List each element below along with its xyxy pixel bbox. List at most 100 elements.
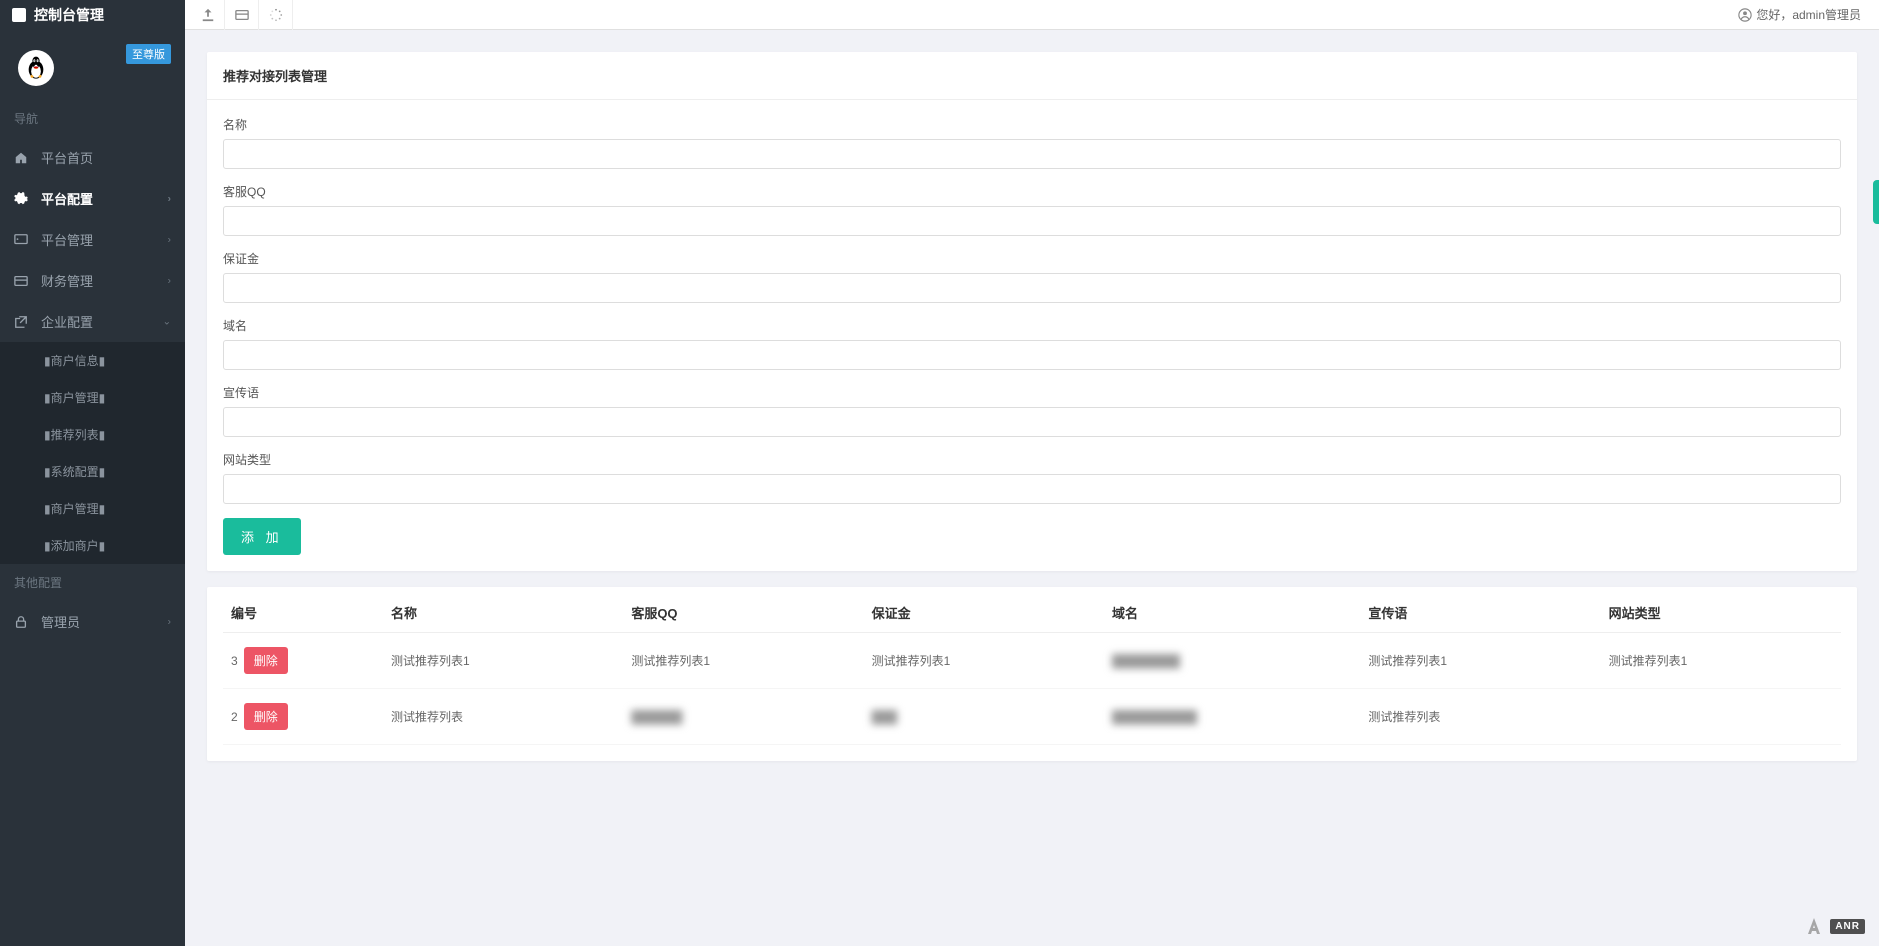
cell: 测试推荐列表1 [1360, 633, 1600, 689]
nav-label: 平台管理 [41, 230, 93, 249]
sub-merchant-manage-2[interactable]: ▮商户管理▮ [0, 490, 185, 527]
data-table: 编号名称客服QQ保证金域名宣传语网站类型 3 删除 测试推荐列表1 测试推荐列表1 测试… [223, 593, 1841, 745]
watermark-badge: ANR [1830, 919, 1865, 934]
field-input-4[interactable] [223, 407, 1841, 437]
cell-value: 测试推荐列表 [1368, 710, 1440, 724]
version-badge: 至尊版 [126, 44, 171, 64]
chevron-right-icon: › [168, 234, 171, 245]
cell: 测试推荐列表1 [1601, 633, 1841, 689]
upload-icon [201, 8, 215, 22]
main-content: 推荐对接列表管理 名称客服QQ保证金域名宣传语网站类型 添 加 编号名称客服QQ… [185, 0, 1879, 946]
nav-section-other: 其他配置 [0, 564, 185, 601]
cell-value: ████████ [1112, 654, 1180, 668]
cell-value: 测试推荐列表1 [1368, 654, 1447, 668]
refresh-button[interactable] [259, 0, 293, 30]
sub-merchant-info[interactable]: ▮商户信息▮ [0, 342, 185, 379]
app-title: 控制台管理 [34, 5, 104, 25]
field-input-1[interactable] [223, 206, 1841, 236]
nav-platform-config[interactable]: 平台配置 › [0, 178, 185, 219]
field-input-2[interactable] [223, 273, 1841, 303]
col-header: 保证金 [864, 593, 1104, 633]
gear-icon [14, 192, 29, 206]
sub-add-merchant[interactable]: ▮添加商户▮ [0, 527, 185, 564]
field-label: 域名 [223, 317, 1841, 334]
panel-icon [14, 233, 29, 247]
col-header: 名称 [383, 593, 623, 633]
field-label: 网站类型 [223, 451, 1841, 468]
nav-finance[interactable]: 财务管理 › [0, 260, 185, 301]
sub-merchant-manage[interactable]: ▮商户管理▮ [0, 379, 185, 416]
upload-button[interactable] [191, 0, 225, 30]
card-icon [14, 274, 29, 288]
delete-button[interactable]: 删除 [244, 703, 288, 730]
nav-home[interactable]: 平台首页 [0, 137, 185, 178]
form-panel: 推荐对接列表管理 名称客服QQ 保证金域名宣传语网站类型 添 加 [207, 52, 1857, 571]
lock-icon [14, 615, 29, 629]
nav-label: 企业配置 [41, 312, 93, 331]
field-input-5[interactable] [223, 474, 1841, 504]
nav-label: 平台首页 [41, 148, 93, 167]
card-icon [235, 8, 249, 22]
col-header: 网站类型 [1601, 593, 1841, 633]
top-header: 控制台管理 您好，admin管理员 [0, 0, 1879, 30]
cell-value: 测试推荐列表1 [1609, 654, 1688, 668]
table-row: 2删除测试推荐列表███████████████████测试推荐列表 [223, 689, 1841, 745]
home-icon [14, 151, 29, 165]
user-icon [1738, 8, 1752, 22]
nav-enterprise[interactable]: 企业配置 ⌄ [0, 301, 185, 342]
cell-value: ██████ [631, 710, 682, 724]
loading-icon [269, 8, 283, 22]
row-id: 2 [231, 710, 238, 724]
cell: ██████ [623, 689, 863, 745]
delete-button[interactable]: 删除 [244, 647, 288, 674]
id-cell: 3 删除 [223, 633, 383, 689]
cell-value: ██████████ [1112, 710, 1197, 724]
table-header-row: 编号名称客服QQ保证金域名宣传语网站类型 [223, 593, 1841, 633]
card-button[interactable] [225, 0, 259, 30]
col-header: 客服QQ [623, 593, 863, 633]
table-row: 3 删除 测试推荐列表1 测试推荐列表1 测试推荐列表1 ████████ 测试推荐列表1 测… [223, 633, 1841, 689]
header-toolbar [185, 0, 293, 30]
sub-recommend-list[interactable]: ▮推荐列表▮ [0, 416, 185, 453]
avatar[interactable] [18, 50, 54, 86]
greeting-text: 您好，admin管理员 [1756, 6, 1861, 23]
field-input-3[interactable] [223, 340, 1841, 370]
form-group: 名称 [223, 116, 1841, 169]
logo-icon [12, 8, 26, 22]
cell-value: 测试推荐列表 [391, 710, 463, 724]
nav-label: 平台配置 [41, 189, 93, 208]
cell-value: ███ [872, 710, 898, 724]
external-icon [14, 315, 29, 329]
header-user[interactable]: 您好，admin管理员 [1738, 6, 1879, 23]
side-tab-handle[interactable] [1873, 180, 1879, 224]
table-panel: 编号名称客服QQ保证金域名宣传语网站类型 3 删除 测试推荐列表1 测试推荐列表1 测试… [207, 587, 1857, 761]
cell [1601, 689, 1841, 745]
nav-enterprise-submenu: ▮商户信息▮ ▮商户管理▮ ▮推荐列表▮ ▮系统配置▮ ▮商户管理▮ ▮添加商户… [0, 342, 185, 564]
nav-admin[interactable]: 管理员 › [0, 601, 185, 642]
nav-platform-manage[interactable]: 平台管理 › [0, 219, 185, 260]
form-group: 客服QQ [223, 183, 1841, 236]
id-cell: 2 删除 [223, 689, 383, 745]
col-header: 域名 [1104, 593, 1360, 633]
form-group: 宣传语 [223, 384, 1841, 437]
chevron-right-icon: › [168, 616, 171, 627]
nav-section-label: 导航 [0, 100, 185, 137]
chevron-right-icon: › [168, 275, 171, 286]
add-button[interactable]: 添 加 [223, 518, 301, 555]
chevron-down-icon: ⌄ [163, 316, 171, 327]
cell-value: 测试推荐列表1 [631, 654, 710, 668]
field-label: 客服QQ [223, 183, 1841, 200]
field-input-0[interactable] [223, 139, 1841, 169]
cell-value: 测试推荐列表1 [391, 654, 470, 668]
row-id: 3 [231, 654, 238, 668]
cell: ████████ [1104, 633, 1360, 689]
sub-system-config[interactable]: ▮系统配置▮ [0, 453, 185, 490]
field-label: 保证金 [223, 250, 1841, 267]
col-header: 编号 [223, 593, 383, 633]
sidebar: 至尊版 导航 平台首页 平台配置 › 平台管理 › 财务管理 › 企业配置 ⌄ … [0, 30, 185, 946]
cell-value: 测试推荐列表1 [872, 654, 951, 668]
panel-title: 推荐对接列表管理 [207, 52, 1857, 100]
cell: 测试推荐列表1 [383, 633, 623, 689]
form-body: 名称客服QQ 保证金域名宣传语网站类型 添 加 [207, 100, 1857, 571]
sidebar-profile: 至尊版 [0, 30, 185, 100]
